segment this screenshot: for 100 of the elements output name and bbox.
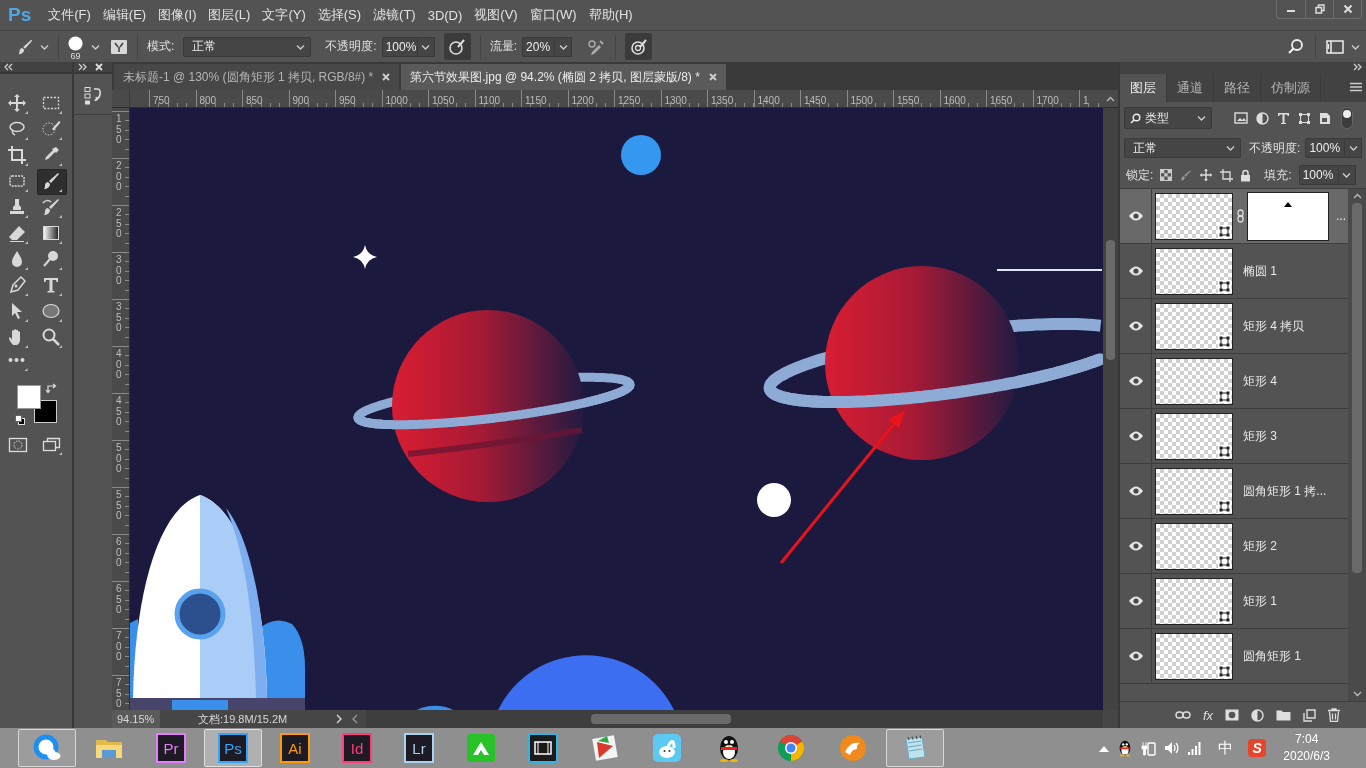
folder-icon[interactable] (1276, 709, 1291, 721)
sparkle-star (353, 245, 377, 269)
caret-up-icon[interactable] (1099, 744, 1110, 752)
layer-row[interactable]: 矩形 1 (1120, 574, 1348, 629)
film-icon (528, 733, 558, 763)
double-chevron-icon[interactable] (78, 63, 87, 71)
chevron-right-icon[interactable] (336, 714, 342, 724)
menu-item[interactable]: 文件(F) (42, 3, 97, 27)
taskbar-button[interactable]: Id (328, 729, 386, 767)
menu-item[interactable]: 帮助(H) (582, 3, 639, 27)
caret-up-icon[interactable] (1106, 95, 1115, 102)
caret-down-icon[interactable] (1352, 691, 1362, 697)
search-button[interactable] (1287, 37, 1305, 56)
menu-item[interactable]: 3D(D) (421, 4, 469, 26)
layer-row[interactable]: 圆角矩形 1 拷... (1120, 464, 1348, 519)
panel-tab[interactable]: 路径 (1214, 74, 1261, 102)
layer-row[interactable]: 矩形 4 (1120, 354, 1348, 409)
lock-icon[interactable] (1240, 168, 1252, 182)
menu-item[interactable]: 窗口(W) (523, 3, 583, 27)
scrollbar-thumb[interactable] (591, 714, 731, 724)
zoom-field[interactable]: 94.15% (112, 710, 160, 728)
menu-icon[interactable] (1350, 82, 1362, 92)
dropdown-button[interactable] (555, 36, 573, 57)
menu-item[interactable]: 视图(V) (468, 3, 524, 27)
workspace-button[interactable] (1326, 39, 1360, 54)
mask-icon[interactable] (1225, 709, 1239, 721)
pen-pressure-icon (629, 37, 648, 56)
caret-up-icon[interactable] (1352, 193, 1362, 199)
adjustment-filter-icon[interactable] (1256, 111, 1269, 125)
trash-icon[interactable] (1328, 708, 1340, 722)
panel-tab[interactable]: 仿制源 (1261, 74, 1321, 102)
layer-row[interactable]: 矩形 4 拷贝 (1120, 299, 1348, 354)
ruler-label: 1250 (618, 95, 641, 106)
double-chevron-icon[interactable] (4, 63, 13, 71)
ruler-label: 700 (116, 631, 123, 663)
taskbar-button[interactable]: Lr (390, 729, 448, 767)
new-layer-icon[interactable] (1303, 708, 1316, 722)
menu-item[interactable]: 滤镜(T) (367, 3, 422, 27)
adjustment-icon[interactable] (1251, 708, 1264, 722)
color-swatches-icon[interactable] (14, 383, 58, 426)
taskbar-button[interactable]: Ai (266, 729, 324, 767)
scrollbar-thumb[interactable] (1352, 203, 1362, 573)
ruler-label: 1000 (385, 95, 408, 106)
close-icon[interactable] (95, 63, 103, 71)
close-icon[interactable] (708, 73, 717, 81)
close-icon[interactable] (382, 73, 391, 81)
ime-logo[interactable]: S (1248, 739, 1267, 757)
panel-tab[interactable]: 图层 (1120, 74, 1167, 102)
link-icon[interactable] (1174, 710, 1191, 720)
bunny-icon (652, 733, 682, 763)
blend-mode-select[interactable]: 正常 (1124, 138, 1242, 158)
menu-item[interactable]: 选择(S) (311, 3, 368, 27)
flow-field[interactable]: 20% (522, 36, 556, 57)
battery-plug-icon[interactable] (1141, 740, 1158, 756)
document-tab[interactable]: 第六节效果图.jpg @ 94.2% (椭圆 2 拷贝, 图层蒙版/8) * (401, 64, 726, 90)
tool-button[interactable] (37, 169, 67, 195)
menu-item[interactable]: 图层(L) (202, 3, 257, 27)
scrollbar-thumb[interactable] (1106, 240, 1115, 360)
menu-item[interactable]: 文字(Y) (256, 3, 312, 27)
layer-row[interactable]: 矩形 3 (1120, 409, 1348, 464)
move-icon[interactable] (1199, 168, 1214, 182)
clock[interactable]: 7:04 2020/6/3 (1283, 731, 1330, 765)
document-tab[interactable]: 未标题-1 @ 130% (圆角矩形 1 拷贝, RGB/8#) * (114, 64, 400, 90)
taskbar-button[interactable]: Pr (142, 729, 200, 767)
tool-preset-picker[interactable] (16, 37, 49, 56)
brush-size-picker[interactable]: 69 (68, 32, 83, 61)
shape-filter-icon[interactable] (1298, 111, 1311, 125)
mode-select[interactable]: 正常 (183, 36, 312, 57)
chevron-left-icon[interactable] (352, 714, 358, 724)
artboard-icon[interactable] (1220, 168, 1234, 182)
pressure-size-button[interactable] (625, 33, 653, 60)
brush-icon[interactable] (1179, 168, 1193, 182)
type-filter-icon[interactable] (1277, 111, 1290, 125)
signal-icon[interactable] (1187, 740, 1204, 756)
layer-row[interactable]: 椭圆 1 (1120, 244, 1348, 299)
opacity-field[interactable]: 100% (381, 36, 418, 57)
layer-row[interactable]: 圆角矩形 1 (1120, 629, 1348, 684)
brush-panel-button[interactable] (110, 37, 128, 56)
opacity-field[interactable]: 100% (1305, 138, 1346, 158)
speaker-icon[interactable] (1164, 740, 1181, 756)
layer-style-button[interactable]: fx (1202, 707, 1213, 723)
eye-icon (1127, 596, 1144, 606)
menu-item[interactable]: 编辑(E) (96, 3, 153, 27)
input-method-indicator[interactable]: 中 (1218, 738, 1234, 758)
menu-item[interactable]: 图像(I) (152, 3, 203, 27)
smart-object-filter-icon[interactable] (1319, 111, 1331, 125)
panel-tab[interactable]: 通道 (1167, 74, 1214, 102)
double-chevron-icon[interactable] (1353, 63, 1362, 71)
image-filter-icon[interactable] (1234, 112, 1248, 124)
filter-select[interactable]: 类型 (1124, 107, 1212, 129)
dropdown-button[interactable] (1345, 138, 1362, 158)
pressure-opacity-button[interactable] (443, 33, 471, 60)
filter-toggle[interactable] (1341, 107, 1353, 129)
fill-field[interactable]: 100% (1298, 165, 1339, 185)
lock-pixels-icon[interactable] (1160, 169, 1173, 181)
taskbar-button[interactable]: Ps (204, 729, 262, 767)
mask-thumbnail[interactable] (1248, 192, 1328, 240)
layer-row[interactable]: 矩形 2 (1120, 519, 1348, 574)
quick-select-icon (41, 119, 63, 141)
layer-row[interactable]: ... (1120, 189, 1348, 244)
